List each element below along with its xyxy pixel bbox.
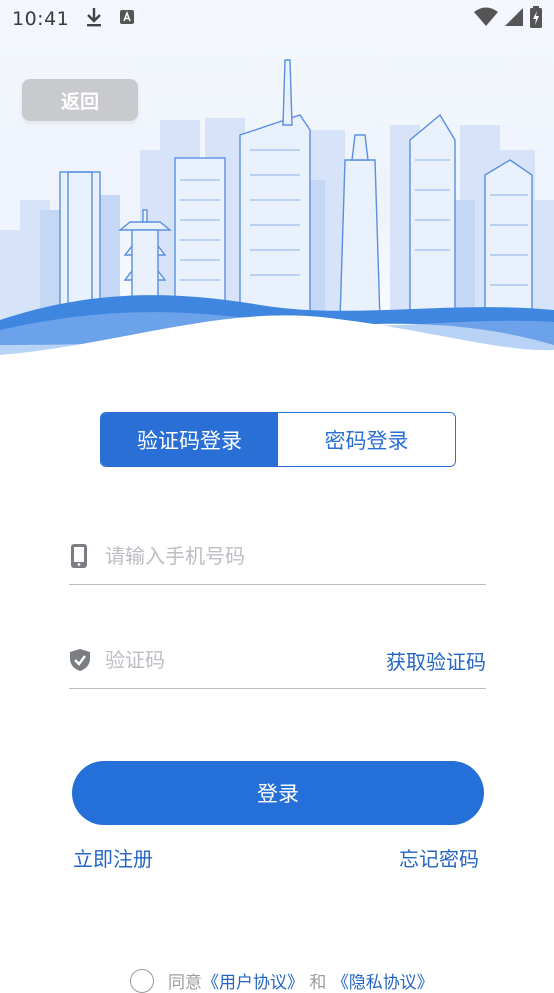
- status-left: 10:41: [12, 6, 135, 32]
- download-icon: [85, 6, 103, 32]
- tab-sms-login[interactable]: 验证码登录: [101, 413, 278, 466]
- wifi-icon: [474, 7, 498, 31]
- status-right: [474, 6, 542, 32]
- agreement-text: 同意《用户协议》 和 《隐私协议》: [168, 968, 434, 993]
- hero-banner: 返回: [0, 0, 554, 360]
- get-code-button[interactable]: 获取验证码: [386, 646, 486, 675]
- city-skyline-illustration: [0, 59, 554, 360]
- phone-field: [69, 528, 486, 585]
- login-mode-tabs: 验证码登录 密码登录: [100, 412, 456, 467]
- agreement-prefix: 同意: [168, 973, 202, 993]
- back-button[interactable]: 返回: [22, 79, 138, 121]
- forgot-password-link[interactable]: 忘记密码: [399, 843, 479, 872]
- privacy-protocol-link[interactable]: 《隐私协议》: [332, 973, 434, 993]
- shield-check-icon: [69, 648, 93, 672]
- agreement-row: 同意《用户协议》 和 《隐私协议》: [130, 968, 434, 993]
- register-link[interactable]: 立即注册: [73, 843, 153, 872]
- agree-checkbox[interactable]: [130, 968, 154, 993]
- a-notification-icon: [119, 9, 135, 29]
- code-input[interactable]: [105, 648, 386, 672]
- tab-password-login[interactable]: 密码登录: [278, 413, 455, 466]
- user-protocol-link[interactable]: 《用户协议》: [202, 973, 304, 993]
- status-bar: 10:41: [0, 0, 554, 38]
- agreement-conjunction: 和: [309, 973, 327, 993]
- cell-signal-icon: [504, 7, 524, 31]
- phone-icon: [69, 543, 93, 569]
- code-field: 获取验证码: [69, 632, 486, 689]
- status-time: 10:41: [12, 8, 70, 30]
- phone-input[interactable]: [105, 544, 486, 568]
- login-button[interactable]: 登录: [72, 761, 484, 825]
- battery-charging-icon: [530, 6, 542, 32]
